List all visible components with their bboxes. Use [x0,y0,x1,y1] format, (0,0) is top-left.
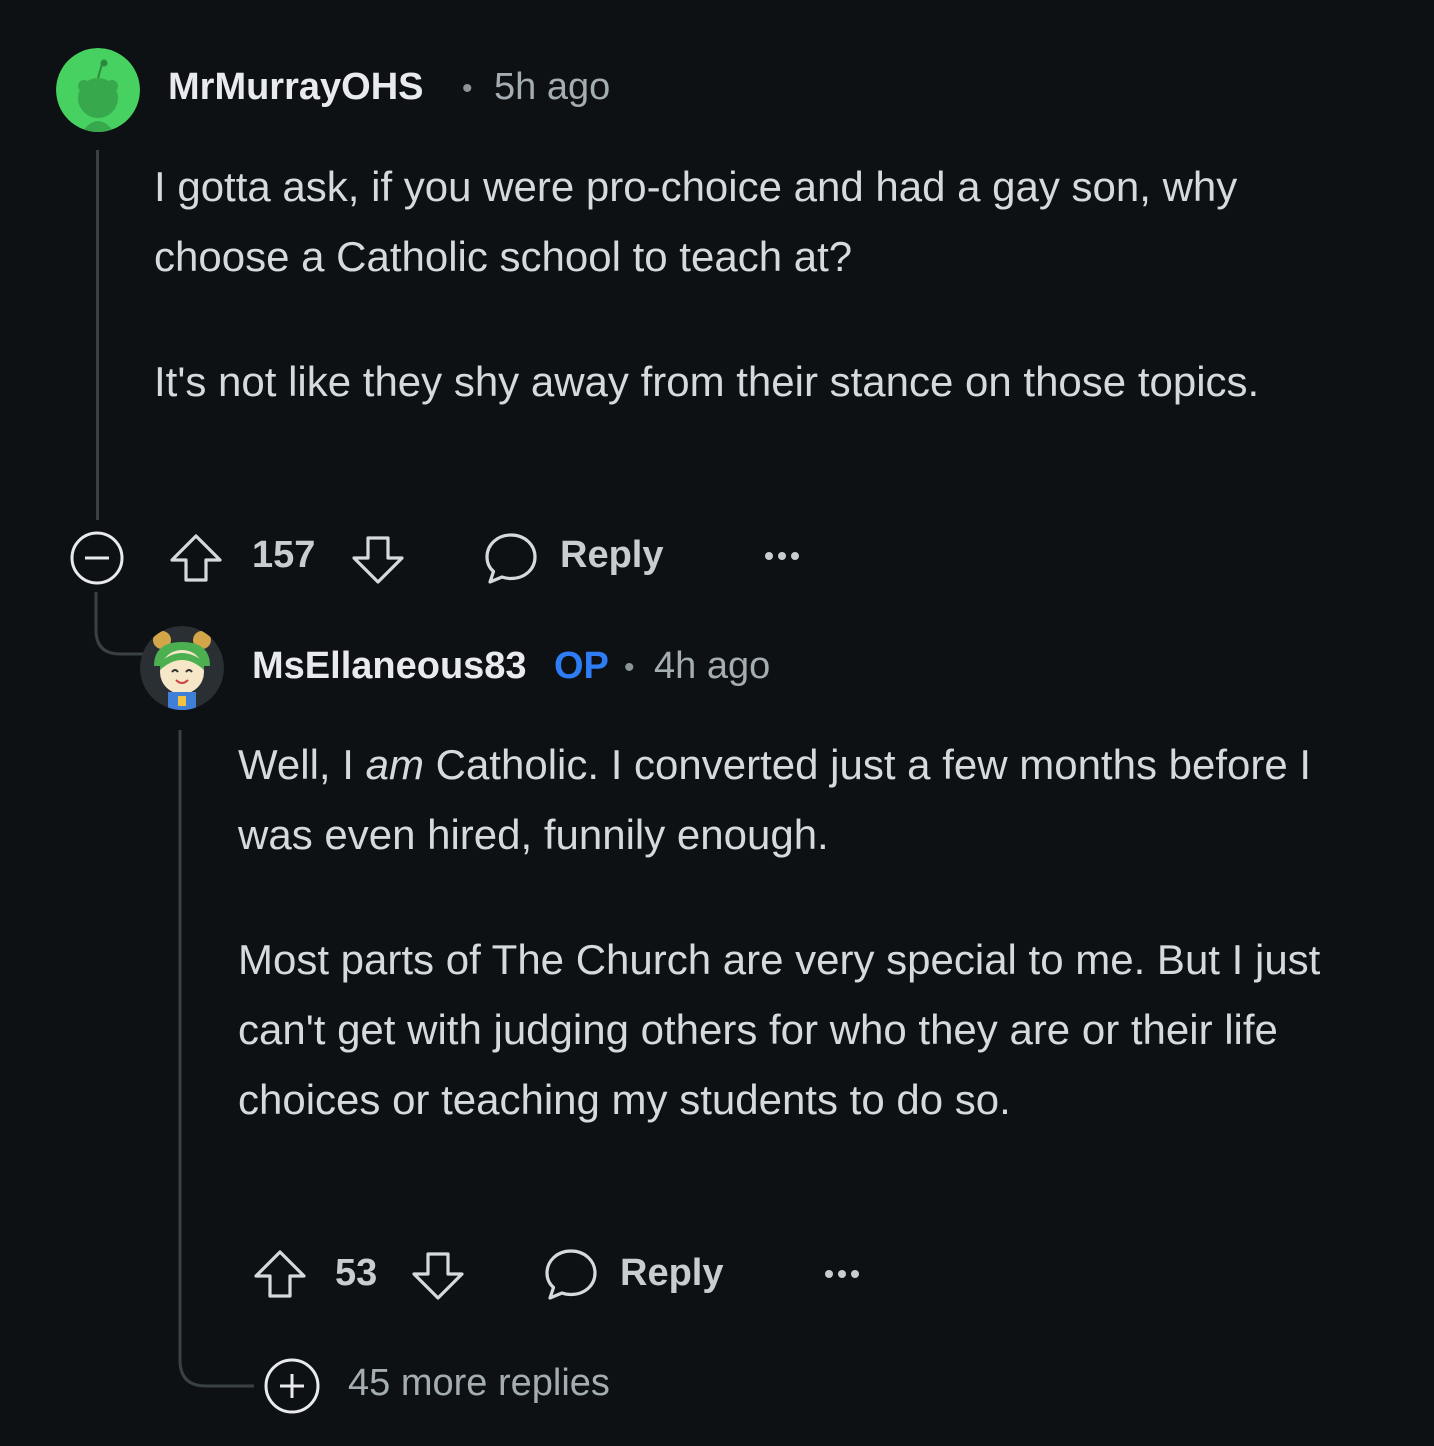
reply-author[interactable]: MsEllaneous83 [252,645,527,688]
reply-paragraph: Well, I am Catholic. I converted just a … [238,730,1368,870]
comment-timestamp: 5h ago [494,66,611,108]
more-options-button[interactable] [822,1262,864,1286]
arrow-down-icon [352,536,404,584]
arrow-up-icon [254,1250,306,1298]
collapse-button[interactable] [68,529,126,587]
reply-timestamp: 4h ago [654,645,771,687]
more-options-button[interactable] [762,544,804,568]
reply-label[interactable]: Reply [560,534,663,577]
ellipsis-icon [765,552,799,560]
comment-author[interactable]: MrMurrayOHS [168,66,424,109]
arrow-down-icon [412,1252,464,1300]
downvote-button[interactable] [350,530,406,586]
reply-body: Well, I am Catholic. I converted just a … [238,730,1368,1135]
speech-bubble-icon [485,533,537,584]
reply-paragraph: Most parts of The Church are very specia… [238,936,1321,1123]
minus-circle-icon [70,531,124,585]
avatar[interactable] [56,48,140,132]
more-replies-link[interactable]: 45 more replies [348,1362,610,1405]
op-badge: OP [554,645,609,687]
downvote-button[interactable] [410,1246,466,1302]
reply-label[interactable]: Reply [620,1252,723,1295]
arrow-up-icon [170,534,222,582]
vote-count: 157 [252,534,316,576]
comment-paragraph: I gotta ask, if you were pro-choice and … [154,163,1238,280]
comment-body: I gotta ask, if you were pro-choice and … [154,152,1334,417]
reply-emphasis: am [365,741,424,788]
upvote-button[interactable] [168,530,224,586]
comment-paragraph: It's not like they shy away from their s… [154,358,1260,405]
separator-dot: • [624,651,635,684]
speech-bubble-icon [545,1249,597,1300]
vote-count: 53 [335,1252,378,1294]
thread-line[interactable] [178,730,258,1390]
thread-line[interactable] [96,150,99,520]
separator-dot: • [462,72,473,105]
ellipsis-icon [825,1270,859,1278]
avatar[interactable] [140,626,224,710]
expand-replies-button[interactable] [262,1356,322,1416]
upvote-button[interactable] [252,1246,308,1302]
plus-circle-icon [264,1358,320,1414]
